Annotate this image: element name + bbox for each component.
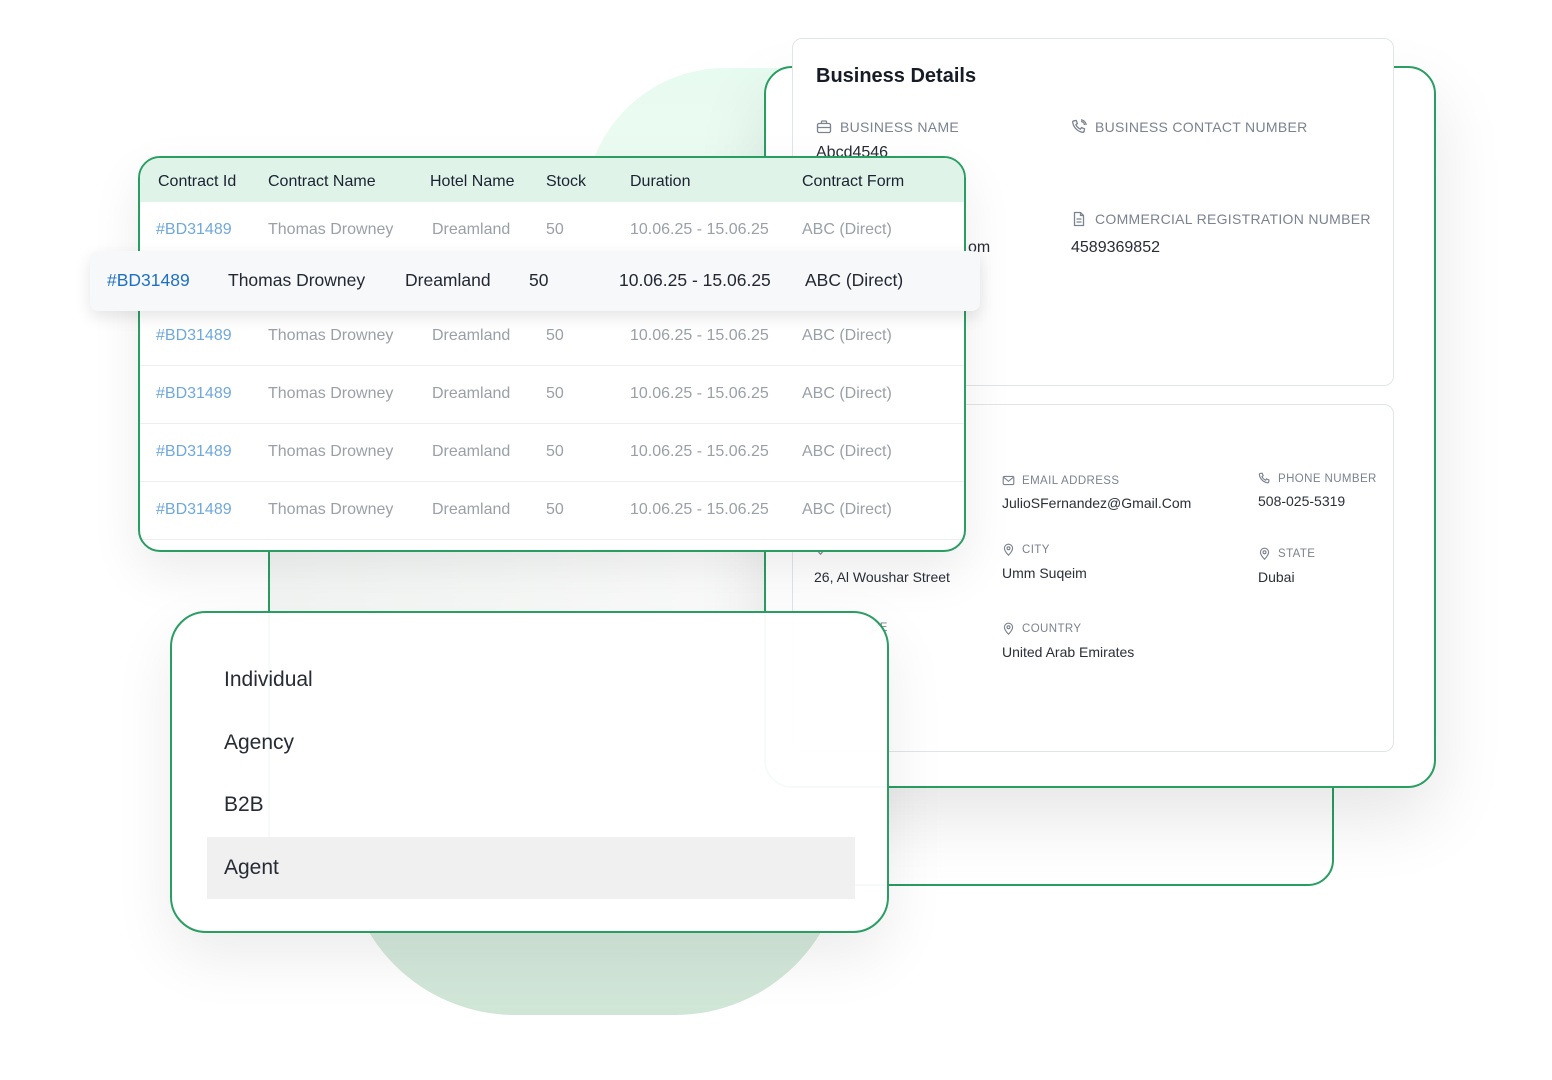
contract-form-cell: ABC (Direct) <box>805 270 904 290</box>
hotel-name-cell: Dreamland <box>432 443 511 460</box>
phone-icon <box>1258 472 1271 485</box>
location-pin-icon <box>1002 543 1015 556</box>
contract-name-cell: Thomas Drowney <box>228 270 366 290</box>
table-row[interactable]: #BD31489 Thomas Drowney Dreamland 50 10.… <box>140 308 964 366</box>
stock-cell: 50 <box>546 443 564 460</box>
email-address-value: JulioSFernandez@Gmail.Com <box>1002 495 1192 511</box>
business-contact-number-label: BUSINESS CONTACT NUMBER <box>1071 119 1308 135</box>
duration-cell: 10.06.25 - 15.06.25 <box>630 385 769 402</box>
country-label: COUNTRY <box>1002 622 1081 635</box>
duration-cell: 10.06.25 - 15.06.25 <box>630 221 769 238</box>
stock-cell: 50 <box>529 270 549 290</box>
option-agency[interactable]: Agency <box>207 712 855 774</box>
header-stock[interactable]: Stock <box>546 173 586 191</box>
hotel-name-cell: Dreamland <box>432 385 511 402</box>
stock-cell: 50 <box>546 327 564 344</box>
contract-id-link[interactable]: #BD31489 <box>156 385 232 403</box>
table-row[interactable]: #BD31489 Thomas Drowney Dreamland 50 10.… <box>140 366 964 424</box>
briefcase-icon <box>816 119 832 135</box>
stock-cell: 50 <box>546 501 564 518</box>
header-contract-id[interactable]: Contract Id <box>158 173 236 191</box>
table-row[interactable]: #BD31489 Thomas Drowney Dreamland 50 10.… <box>140 424 964 482</box>
hotel-name-cell: Dreamland <box>432 501 511 518</box>
contract-form-cell: ABC (Direct) <box>802 385 892 402</box>
contract-id-link[interactable]: #BD31489 <box>156 327 232 345</box>
country-value: United Arab Emirates <box>1002 644 1135 660</box>
stock-cell: 50 <box>546 221 564 238</box>
business-name-label: BUSINESS NAME <box>816 119 959 135</box>
contract-form-cell: ABC (Direct) <box>802 443 892 460</box>
state-value: Dubai <box>1258 569 1295 585</box>
contract-id-link[interactable]: #BD31489 <box>156 501 232 519</box>
commercial-registration-label: COMMERCIAL REGISTRATION NUMBER <box>1071 211 1371 227</box>
contract-form-cell: ABC (Direct) <box>802 327 892 344</box>
contract-name-cell: Thomas Drowney <box>268 221 394 238</box>
mail-icon <box>1002 474 1015 487</box>
contract-name-cell: Thomas Drowney <box>268 501 394 518</box>
header-hotel-name[interactable]: Hotel Name <box>430 173 514 191</box>
phone-number-value: 508-025-5319 <box>1258 493 1346 509</box>
table-header: Contract Id Contract Name Hotel Name Sto… <box>140 158 964 202</box>
phone-icon <box>1071 119 1087 135</box>
stock-cell: 50 <box>546 385 564 402</box>
table-row[interactable]: #BD31489 Thomas Drowney Dreamland 50 10.… <box>140 482 964 540</box>
contract-id-link[interactable]: #BD31489 <box>156 221 232 239</box>
contract-name-cell: Thomas Drowney <box>268 327 394 344</box>
contract-form-cell: ABC (Direct) <box>802 501 892 518</box>
contract-name-cell: Thomas Drowney <box>268 443 394 460</box>
duration-cell: 10.06.25 - 15.06.25 <box>630 501 769 518</box>
header-contract-name[interactable]: Contract Name <box>268 173 376 191</box>
hotel-name-cell: Dreamland <box>432 327 511 344</box>
location-pin-icon <box>1258 547 1271 560</box>
header-contract-form[interactable]: Contract Form <box>802 173 904 191</box>
option-agent[interactable]: Agent <box>207 837 855 899</box>
duration-cell: 10.06.25 - 15.06.25 <box>619 270 771 290</box>
highlighted-table-row[interactable]: #BD31489 Thomas Drowney Dreamland 50 10.… <box>90 251 980 311</box>
phone-number-label: PHONE NUMBER <box>1258 472 1377 485</box>
duration-cell: 10.06.25 - 15.06.25 <box>630 443 769 460</box>
contract-id-link[interactable]: #BD31489 <box>107 270 190 291</box>
contract-id-link[interactable]: #BD31489 <box>156 443 232 461</box>
email-address-label: EMAIL ADDRESS <box>1002 474 1119 487</box>
location-pin-icon <box>1002 622 1015 635</box>
option-individual[interactable]: Individual <box>207 649 855 711</box>
document-icon <box>1071 211 1087 227</box>
header-duration[interactable]: Duration <box>630 173 690 191</box>
duration-cell: 10.06.25 - 15.06.25 <box>630 327 769 344</box>
hotel-name-cell: Dreamland <box>432 221 511 238</box>
commercial-registration-value: 4589369852 <box>1071 239 1160 256</box>
hotel-name-cell: Dreamland <box>405 270 491 290</box>
city-value: Umm Suqeim <box>1002 565 1087 581</box>
contract-name-cell: Thomas Drowney <box>268 385 394 402</box>
business-details-title: Business Details <box>816 65 977 87</box>
customer-type-dropdown: Individual Agency B2B Agent <box>170 611 889 933</box>
contracts-table: Contract Id Contract Name Hotel Name Sto… <box>138 156 966 552</box>
city-label: CITY <box>1002 543 1050 556</box>
option-b2b[interactable]: B2B <box>207 774 855 836</box>
contract-form-cell: ABC (Direct) <box>802 221 892 238</box>
address-value: 26, Al Woushar Street <box>814 569 950 585</box>
state-label: STATE <box>1258 547 1315 560</box>
